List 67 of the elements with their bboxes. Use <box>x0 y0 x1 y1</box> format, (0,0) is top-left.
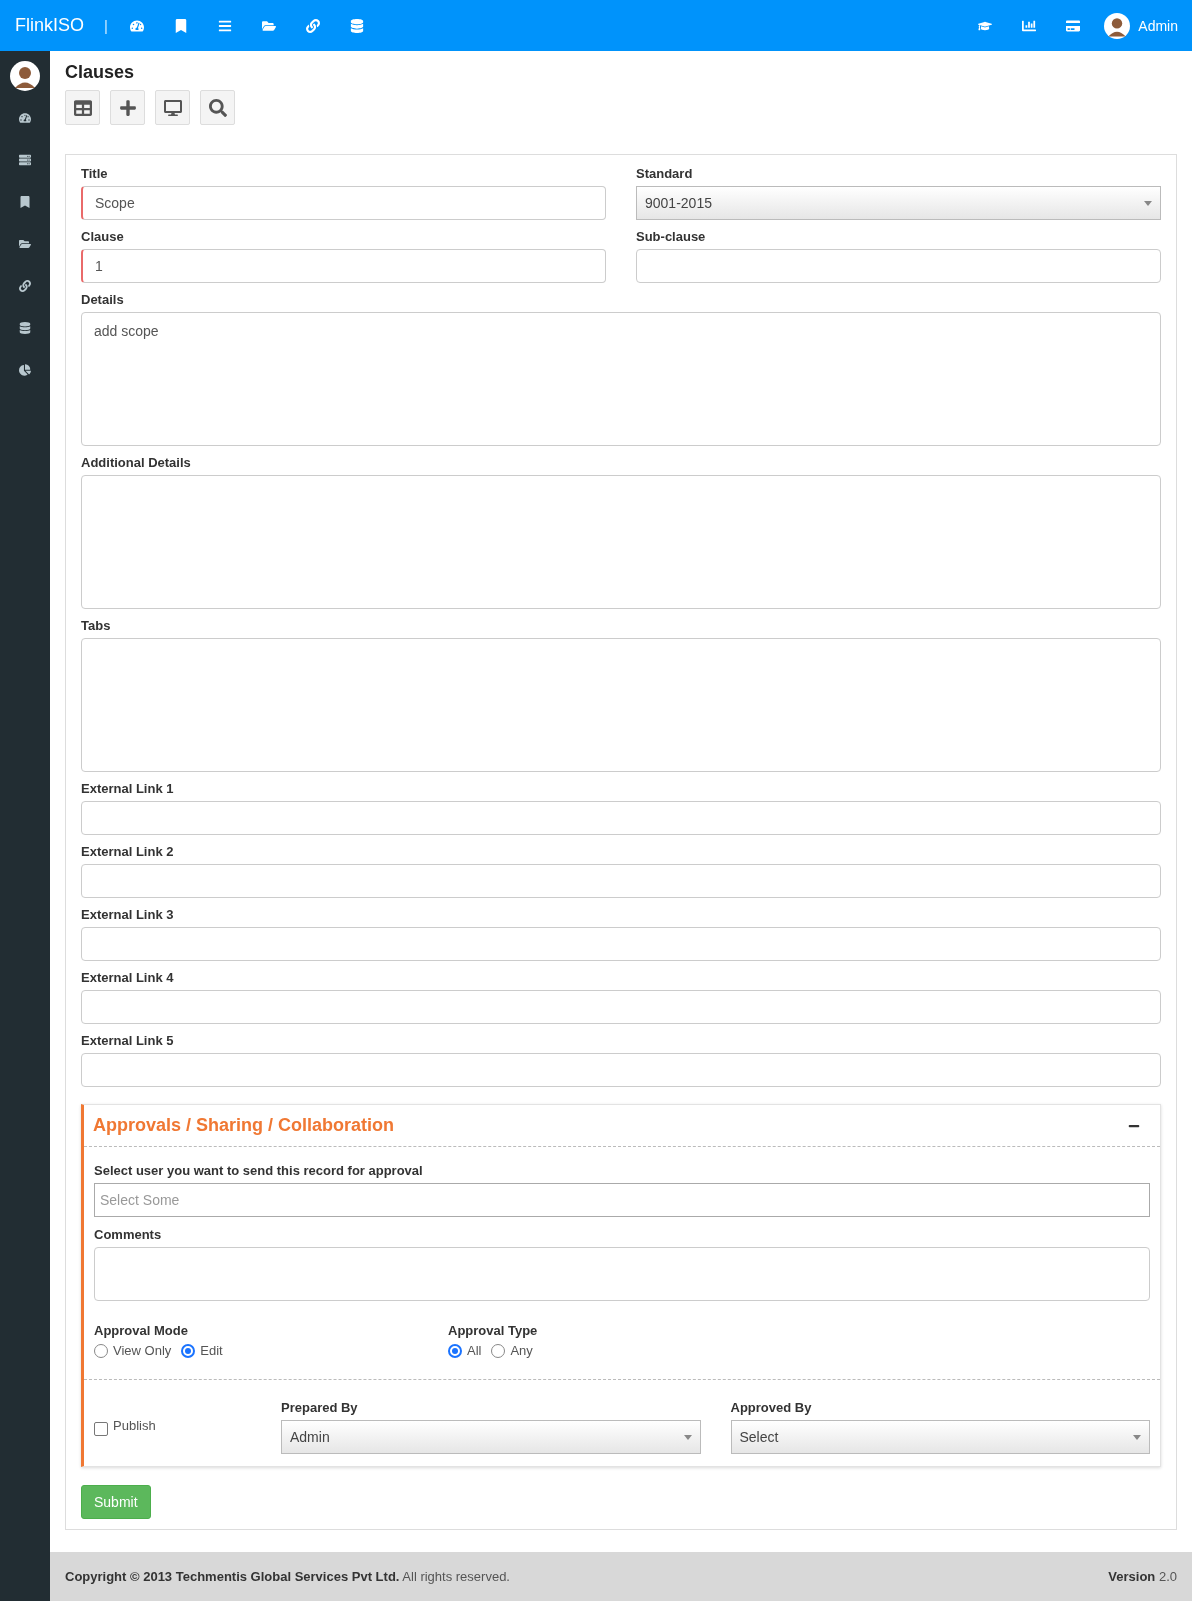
field-label: Approval Type <box>448 1322 539 1340</box>
radio-option[interactable]: All <box>448 1343 482 1358</box>
text-field[interactable]: Scope <box>81 186 606 220</box>
link-icon[interactable] <box>19 280 31 292</box>
field-label: External Link 3 <box>81 906 175 924</box>
bar-chart-icon[interactable] <box>1022 18 1037 33</box>
search-icon <box>208 98 227 117</box>
caret-icon <box>683 1434 692 1440</box>
add-button[interactable] <box>110 90 145 125</box>
checkbox-label: Publish <box>113 1418 156 1433</box>
text-area[interactable]: add scope <box>81 312 1161 446</box>
desktop-button[interactable] <box>155 90 190 125</box>
select-field[interactable]: Admin <box>281 1420 701 1454</box>
radio-option[interactable]: Edit <box>181 1343 223 1358</box>
field-label: Select user you want to send this record for approval <box>94 1162 424 1180</box>
field-label: Prepared By <box>281 1399 359 1417</box>
field-label: Details <box>81 291 125 309</box>
field-label: External Link 5 <box>81 1032 175 1050</box>
field-label: External Link 4 <box>81 969 175 987</box>
version-text: Version 2.0 <box>1108 1569 1177 1584</box>
field-label: Sub-clause <box>636 228 707 246</box>
text-field[interactable] <box>81 864 1161 898</box>
separator: | <box>104 17 108 34</box>
database-icon[interactable] <box>19 322 31 334</box>
field-label: Tabs <box>81 617 112 635</box>
monitor-icon <box>163 98 182 117</box>
radio-button[interactable] <box>448 1343 462 1358</box>
field-label: Title <box>81 165 109 183</box>
credit-card-icon[interactable] <box>1066 18 1081 33</box>
table-icon <box>73 98 92 117</box>
server-icon[interactable] <box>19 154 31 166</box>
text-field[interactable] <box>81 927 1161 961</box>
sidebar-avatar <box>10 61 40 91</box>
text-field[interactable] <box>81 1053 1161 1087</box>
radio-option[interactable]: Any <box>491 1343 533 1358</box>
radio-button[interactable] <box>181 1343 196 1358</box>
select-field[interactable]: 9001-2015 <box>636 186 1161 220</box>
publish-checkbox[interactable] <box>94 1422 108 1436</box>
text-field[interactable] <box>636 249 1161 283</box>
field-label: Approved By <box>730 1399 813 1417</box>
plus-icon <box>118 98 137 117</box>
text-field[interactable] <box>81 990 1161 1024</box>
menu-icon[interactable] <box>217 18 232 33</box>
user-avatar <box>1104 12 1131 39</box>
page-title: Clauses <box>65 61 136 83</box>
radio-option[interactable]: View Only <box>94 1343 172 1358</box>
folder-icon[interactable] <box>19 238 31 250</box>
field-label: Comments <box>94 1226 163 1244</box>
caret-icon <box>1144 200 1152 206</box>
field-label: Additional Details <box>81 454 192 472</box>
pie-chart-icon[interactable] <box>19 364 31 376</box>
dashboard-icon[interactable] <box>19 112 31 124</box>
panel-title: Approvals / Sharing / Collaboration <box>93 1115 395 1136</box>
search-button[interactable] <box>200 90 235 125</box>
bookmark-icon[interactable] <box>19 196 31 208</box>
field-label: Clause <box>81 228 125 246</box>
comments-area[interactable] <box>94 1247 1150 1301</box>
field-label: Approval Mode <box>94 1322 189 1340</box>
select-field[interactable]: Select <box>730 1420 1150 1454</box>
caret-icon <box>1133 1434 1141 1440</box>
text-field[interactable] <box>81 801 1161 835</box>
copyright-text: Copyright © 2013 Techmentis Global Services Pvt Ltd. All rights reserved. <box>65 1569 510 1584</box>
table-view-button[interactable] <box>65 90 100 125</box>
field-label: External Link 1 <box>81 780 175 798</box>
text-field[interactable]: 1 <box>81 249 606 283</box>
field-label: Standard <box>636 165 694 183</box>
field-label: External Link 2 <box>81 843 175 861</box>
